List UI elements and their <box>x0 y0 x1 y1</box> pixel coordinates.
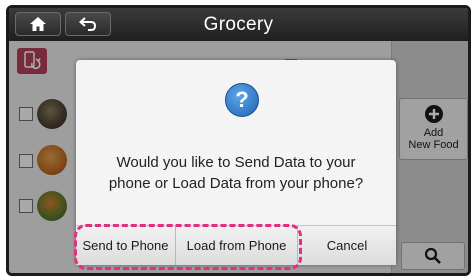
question-icon: ? <box>225 83 259 117</box>
page-title: Grocery <box>203 14 274 35</box>
cancel-button[interactable]: Cancel <box>298 226 396 265</box>
dialog-message: Would you like to Send Data to your phon… <box>86 152 386 194</box>
app-header: Grocery <box>9 8 468 41</box>
dialog-message-line1: Would you like to Send Data to your <box>116 154 356 171</box>
highlight-annotation <box>74 224 302 270</box>
dialog-message-line2: phone or Load Data from your phone? <box>108 175 364 192</box>
